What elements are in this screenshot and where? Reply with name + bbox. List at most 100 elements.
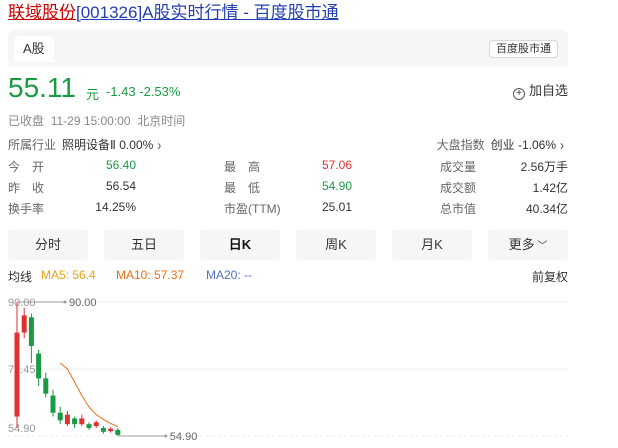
candle-body [86,424,92,428]
low-marker-dot [164,434,168,438]
quote-time: 11-29 15:00:00 [50,114,131,128]
index-value: 创业 -1.06% [490,138,556,152]
ma5-value: MA5: 56.4 [41,268,96,282]
stats-row: 昨 收 56.54 最 低 54.90 成交额 1.42亿 [8,179,568,200]
candle-body [64,414,70,425]
low-marker-label: 54.90 [170,431,198,443]
period-tab-label: 日K [228,237,252,252]
stat-label: 总市值 [440,202,477,216]
market-status: 已收盘 11-29 15:00:00 北京时间 [8,112,185,129]
period-tab-label: 月K [421,237,443,252]
stat-label: 昨 收 [8,181,45,195]
stat-label: 今 开 [8,160,45,174]
candle-body [100,427,106,432]
stat-item: 今 开 56.40 [8,158,136,179]
period-tab[interactable]: 日K [200,230,280,260]
period-tab-label: 周K [325,237,347,252]
stat-item: 市盈(TTM) 25.01 [224,200,352,221]
stat-value: 57.06 [321,158,352,172]
stats-row: 今 开 56.40 最 高 57.06 成交量 2.56万手 [8,158,568,179]
index-label: 大盘指数 [436,138,485,152]
stat-label: 成交量 [440,160,477,174]
stat-value: 56.54 [105,179,136,193]
tab-a-share[interactable]: A股 [14,36,54,62]
industry-link[interactable]: 所属行业 照明设备Ⅱ 0.00% › [8,136,162,154]
stat-item: 昨 收 56.54 [8,179,136,200]
stat-item: 最 低 54.90 [224,179,352,200]
stats-row: 换手率 14.25% 市盈(TTM) 25.01 总市值 40.34亿 [8,200,568,221]
stat-label: 换手率 [8,202,45,216]
stat-label: 最 低 [224,181,261,195]
ma10-value: MA10: 57.37 [116,268,185,282]
candle-body [43,378,49,394]
y-tick-label: 90.00 [8,297,36,309]
current-price: 55.11 [8,72,76,103]
period-tabs: 分时 五日 日K 周K 月K 更多 ﹀ [8,230,568,260]
chevron-right-icon: › [157,136,162,154]
candle-body [36,353,42,379]
title-link[interactable]: [001326]A股实时行情 - 百度股市通 [76,3,339,22]
page-title[interactable]: 联域股份[001326]A股实时行情 - 百度股市通 [8,2,339,24]
candle-body [50,395,56,413]
stat-label: 成交额 [440,181,477,195]
period-tab-label: 五日 [130,237,157,252]
stock-name-link[interactable]: 联域股份 [8,3,76,22]
change-percent: -2.53% [139,84,181,99]
y-tick-label: 54.90 [8,423,36,435]
candle-body [57,412,63,421]
candle-body [108,428,114,432]
industry-value: 照明设备Ⅱ 0.00% [62,138,154,152]
stat-label: 市盈(TTM) [224,202,281,216]
chevron-right-icon: › [560,136,564,154]
candle-body [93,422,99,427]
stat-item: 成交量 2.56万手 [440,158,568,179]
adjust-toggle[interactable]: 前复权 [532,268,568,285]
period-tab[interactable]: 更多 ﹀ [488,230,568,260]
kline-chart[interactable]: 90.00 72.45 54.90 90.00 54.90 [8,290,568,448]
candle-body [79,418,85,425]
stat-value: 40.34亿 [525,202,568,216]
candle-body [21,315,27,333]
period-tab[interactable]: 五日 [104,230,184,260]
add-watchlist-label: 加自选 [528,83,568,98]
plus-circle-icon: + [512,88,525,100]
stat-value: 14.25% [95,200,136,214]
candle-body [115,429,121,435]
stat-item: 最 高 57.06 [224,158,352,179]
ma-legend: 均线 MA5: 56.4 MA10: 57.37 MA20: -- 前复权 [8,268,568,286]
market-tabbar: A股 百度股市通 [8,30,568,66]
quote-card: A股 百度股市通 55.11 元 -1.43 -2.53% + 加自选 已收盘 1… [8,30,568,448]
period-tab[interactable]: 分时 [8,230,88,260]
stat-item: 总市值 40.34亿 [440,200,568,221]
time-zone: 北京时间 [137,114,186,128]
period-tab-label: 分时 [34,237,61,252]
industry-label: 所属行业 [8,138,57,152]
add-watchlist-button[interactable]: + 加自选 [512,80,568,100]
stat-value: 25.01 [321,200,352,214]
high-marker-dot [63,300,67,304]
stat-item: 换手率 14.25% [8,200,136,221]
period-tab-label: 更多 [508,237,535,252]
stat-label: 最 高 [224,160,261,174]
ma-label: 均线 [8,270,33,284]
chevron-down-icon: ﹀ [534,241,548,252]
source-badge[interactable]: 百度股市通 [489,40,558,58]
change-value: -1.43 [106,84,136,99]
index-link[interactable]: 大盘指数 创业 -1.06% › [436,136,564,154]
stat-value: 56.40 [105,158,136,172]
price-change: -1.43 -2.53% [106,84,180,99]
stat-item: 成交额 1.42亿 [440,179,568,200]
y-tick-label: 72.45 [8,364,36,376]
candle-body [28,317,34,346]
stat-value: 1.42亿 [532,181,568,195]
candle-body [72,418,78,425]
status-text: 已收盘 [8,114,45,128]
high-marker-label: 90.00 [69,297,97,309]
stat-value: 2.56万手 [520,160,568,174]
stat-value: 54.90 [321,179,352,193]
period-tab[interactable]: 月K [392,230,472,260]
period-tab[interactable]: 周K [296,230,376,260]
ma20-value: MA20: -- [206,268,253,282]
price-unit: 元 [86,87,100,102]
candle-body [14,332,20,417]
